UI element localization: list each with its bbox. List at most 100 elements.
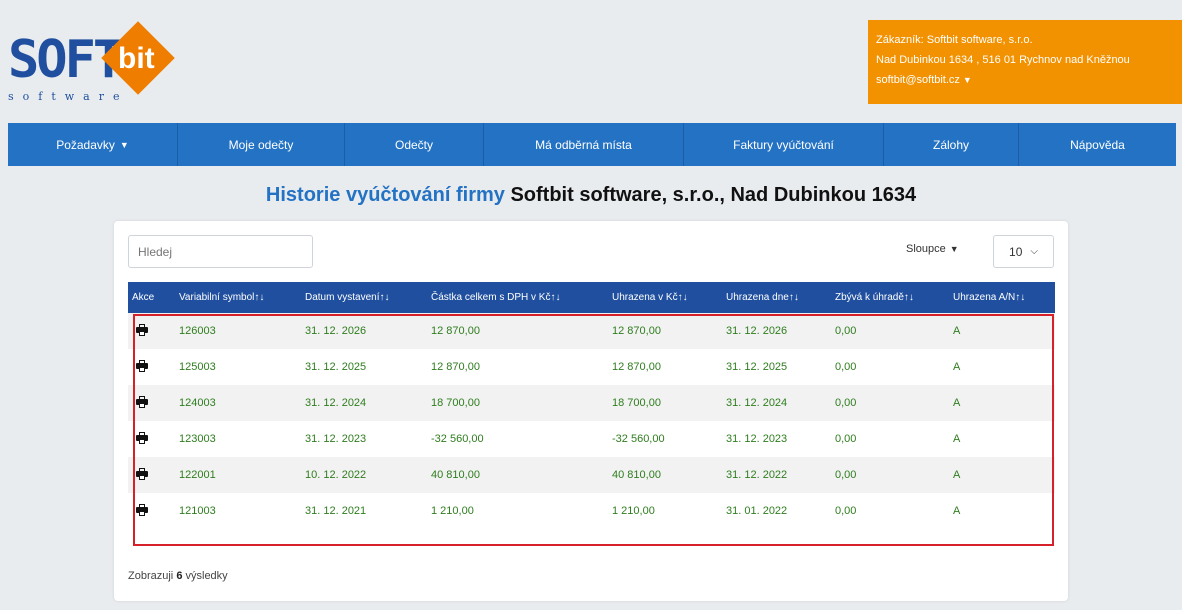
column-header-uhrazena-dne[interactable]: Uhrazena dne↑↓ — [722, 282, 831, 313]
remaining-cell: 0,00 — [835, 397, 857, 409]
issue-date-cell: 10. 12. 2022 — [305, 469, 367, 481]
nav-item-napoveda[interactable]: Nápověda — [1019, 123, 1176, 166]
nav-item-faktury[interactable]: Faktury vyúčtování — [684, 123, 884, 166]
results-count-prefix: Zobrazuji — [128, 570, 174, 582]
nav-item-label: Zálohy — [932, 137, 970, 152]
table-row: 122001 10. 12. 2022 40 810,00 40 810,00 … — [128, 457, 1055, 493]
results-count-number: 6 — [176, 570, 183, 582]
table-row: 126003 31. 12. 2026 12 870,00 12 870,00 … — [128, 313, 1055, 349]
results-count: Zobrazuji 6 výsledky — [128, 570, 228, 582]
search-input[interactable] — [128, 235, 313, 268]
paid-flag-cell: A — [953, 361, 961, 373]
customer-email: softbit@softbit.cz — [876, 74, 960, 86]
page-title: Historie vyúčtování firmy Softbit softwa… — [0, 184, 1182, 207]
columns-label: Sloupce — [906, 243, 946, 255]
page-size-select[interactable]: 10 ⌵ — [993, 235, 1054, 268]
customer-name: Zákazník: Softbit software, s.r.o. — [876, 34, 1033, 46]
nav-item-label: Moje odečty — [228, 137, 294, 152]
caret-down-icon: ▼ — [949, 244, 959, 254]
remaining-cell: 0,00 — [835, 325, 857, 337]
print-action[interactable] — [128, 493, 175, 529]
caret-down-icon: ▼ — [962, 75, 972, 85]
variable-symbol-cell: 126003 — [179, 325, 216, 337]
page-title-prefix: Historie vyúčtování firmy — [265, 184, 505, 206]
nav-item-odberna-mista[interactable]: Má odběrná místa — [484, 123, 684, 166]
column-header-variabilni-symbol[interactable]: Variabilní symbol↑↓ — [175, 282, 301, 313]
printer-icon — [136, 323, 148, 336]
page-size-value: 10 — [1009, 244, 1023, 259]
printer-icon — [136, 359, 148, 372]
paid-date-cell: 31. 12. 2023 — [726, 433, 788, 445]
printer-icon — [136, 431, 148, 444]
paid-date-cell: 31. 01. 2022 — [726, 505, 788, 517]
invoice-table: Akce Variabilní symbol↑↓ Datum vystavení… — [128, 282, 1055, 529]
paid-amount-cell: 40 810,00 — [612, 469, 661, 481]
nav-item-zalohy[interactable]: Zálohy — [884, 123, 1019, 166]
total-amount-cell: 1 210,00 — [431, 505, 474, 517]
nav-item-pozadavky[interactable]: Požadavky ▼ — [8, 123, 178, 166]
paid-amount-cell: 12 870,00 — [612, 325, 661, 337]
issue-date-cell: 31. 12. 2023 — [305, 433, 367, 445]
issue-date-cell: 31. 12. 2025 — [305, 361, 367, 373]
logo-software-text: software — [8, 90, 129, 103]
nav-item-label: Požadavky — [56, 137, 115, 152]
column-header-uhrazena-v-kc[interactable]: Uhrazena v Kč↑↓ — [608, 282, 722, 313]
total-amount-cell: 12 870,00 — [431, 361, 480, 373]
column-header-akce: Akce — [132, 292, 155, 303]
total-amount-cell: 18 700,00 — [431, 397, 480, 409]
paid-date-cell: 31. 12. 2026 — [726, 325, 788, 337]
nav-item-label: Faktury vyúčtování — [733, 137, 834, 152]
column-header-datum-vystaveni[interactable]: Datum vystavení↑↓ — [301, 282, 427, 313]
print-action[interactable] — [128, 313, 175, 349]
paid-flag-cell: A — [953, 505, 961, 517]
nav-item-odecty[interactable]: Odečty — [345, 123, 484, 166]
remaining-cell: 0,00 — [835, 505, 857, 517]
table-row: 121003 31. 12. 2021 1 210,00 1 210,00 31… — [128, 493, 1055, 529]
column-header-castka[interactable]: Částka celkem s DPH v Kč↑↓ — [427, 282, 608, 313]
page-header: SOFT bit software Zákazník: Softbit soft… — [0, 0, 1182, 123]
table-row: 125003 31. 12. 2025 12 870,00 12 870,00 … — [128, 349, 1055, 385]
softbit-logo[interactable]: SOFT bit software — [8, 21, 198, 118]
remaining-cell: 0,00 — [835, 361, 857, 373]
caret-down-icon: ▼ — [119, 139, 129, 150]
column-header-zbyva-k-uhrade[interactable]: Zbývá k úhradě↑↓ — [831, 282, 949, 313]
customer-address: Nad Dubinkou 1634 , 516 01 Rychnov nad K… — [876, 54, 1130, 66]
issue-date-cell: 31. 12. 2026 — [305, 325, 367, 337]
paid-flag-cell: A — [953, 325, 961, 337]
paid-amount-cell: 12 870,00 — [612, 361, 661, 373]
printer-icon — [136, 467, 148, 480]
paid-flag-cell: A — [953, 397, 961, 409]
customer-email-dropdown[interactable]: softbit@softbit.cz ▼ — [876, 70, 1174, 90]
printer-icon — [136, 395, 148, 408]
chevron-down-icon: ⌵ — [1030, 246, 1038, 257]
issue-date-cell: 31. 12. 2021 — [305, 505, 367, 517]
variable-symbol-cell: 121003 — [179, 505, 216, 517]
nav-item-label: Nápověda — [1070, 137, 1125, 152]
main-navigation: Požadavky ▼ Moje odečty Odečty Má odběrná… — [8, 123, 1176, 166]
paid-amount-cell: 1 210,00 — [612, 505, 655, 517]
print-action[interactable] — [128, 457, 175, 493]
nav-item-moje-odecty[interactable]: Moje odečty — [178, 123, 345, 166]
print-action[interactable] — [128, 349, 175, 385]
total-amount-cell: 40 810,00 — [431, 469, 480, 481]
print-action[interactable] — [128, 385, 175, 421]
customer-info-box: Zákazník: Softbit software, s.r.o. Nad D… — [868, 20, 1182, 104]
results-count-suffix: výsledky — [185, 570, 228, 582]
remaining-cell: 0,00 — [835, 469, 857, 481]
paid-flag-cell: A — [953, 433, 961, 445]
paid-date-cell: 31. 12. 2022 — [726, 469, 788, 481]
variable-symbol-cell: 123003 — [179, 433, 216, 445]
variable-symbol-cell: 122001 — [179, 469, 216, 481]
total-amount-cell: 12 870,00 — [431, 325, 480, 337]
invoice-history-card: Sloupce▼ 10 ⌵ Akce Variabilní symbol↑↓ Da… — [114, 221, 1068, 601]
paid-amount-cell: 18 700,00 — [612, 397, 661, 409]
printer-icon — [136, 503, 148, 516]
variable-symbol-cell: 125003 — [179, 361, 216, 373]
paid-date-cell: 31. 12. 2025 — [726, 361, 788, 373]
columns-dropdown[interactable]: Sloupce ▼ — [906, 243, 959, 255]
variable-symbol-cell: 124003 — [179, 397, 216, 409]
print-action[interactable] — [128, 421, 175, 457]
paid-flag-cell: A — [953, 469, 961, 481]
column-header-uhrazena-an[interactable]: Uhrazena A/N↑↓ — [949, 282, 1055, 313]
table-header-row: Akce Variabilní symbol↑↓ Datum vystavení… — [128, 282, 1055, 313]
